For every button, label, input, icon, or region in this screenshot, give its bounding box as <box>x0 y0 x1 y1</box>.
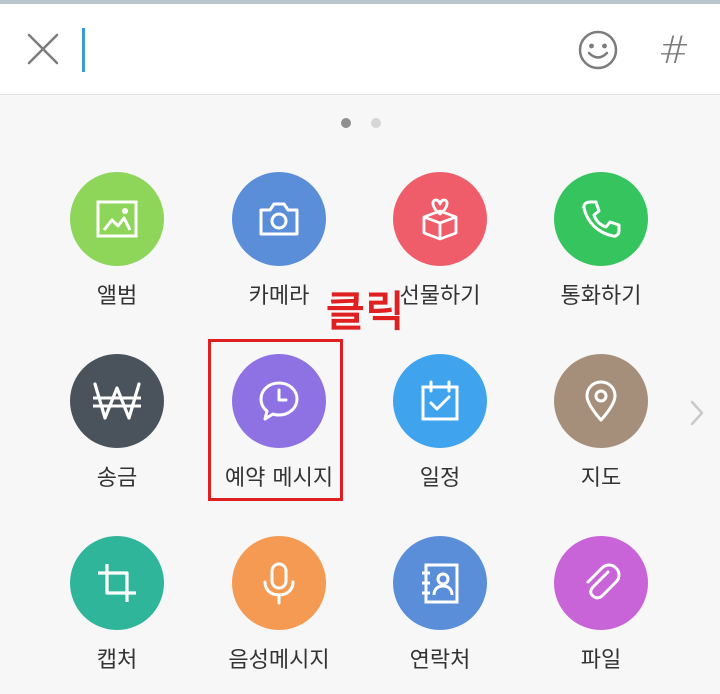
map-circle[interactable] <box>554 354 648 448</box>
won-icon <box>93 382 141 420</box>
chevron-right-icon <box>690 400 704 426</box>
page-dot-1[interactable] <box>341 118 351 128</box>
text-cursor[interactable] <box>82 28 85 72</box>
phone-circle[interactable] <box>554 172 648 266</box>
won-circle[interactable] <box>70 354 164 448</box>
grid-item-label: 지도 <box>580 466 622 491</box>
grid-item-schedule[interactable]: 일정 <box>360 354 520 504</box>
emoji-button[interactable] <box>576 28 620 72</box>
voice-circle[interactable] <box>232 536 326 630</box>
smiley-icon <box>578 30 618 70</box>
file-circle[interactable] <box>554 536 648 630</box>
map-pin-icon <box>585 380 617 422</box>
grid-item-label: 통화하기 <box>560 284 642 309</box>
highlight-box <box>208 339 343 501</box>
close-button[interactable] <box>24 30 62 68</box>
hashtag-button[interactable]: # <box>652 28 696 72</box>
grid-item-file[interactable]: 파일 <box>521 536 681 686</box>
grid-item-label: 송금 <box>96 466 138 491</box>
close-icon <box>27 33 59 65</box>
grid-item-capture[interactable]: 캡처 <box>37 536 197 686</box>
click-annotation: 클릭 <box>326 287 406 336</box>
album-icon <box>96 200 138 238</box>
grid-item-transfer[interactable]: 송금 <box>37 354 197 504</box>
grid-item-label: 음성메시지 <box>228 648 330 673</box>
crop-icon <box>98 564 136 602</box>
message-input-bar: # <box>0 4 720 95</box>
grid-item-voice-message[interactable]: 음성메시지 <box>199 536 359 686</box>
next-page-button[interactable] <box>684 398 710 428</box>
camera-circle[interactable] <box>232 172 326 266</box>
gift-icon <box>422 198 458 241</box>
grid-item-map[interactable]: 지도 <box>521 354 681 504</box>
grid-item-label: 캡처 <box>96 648 138 673</box>
page-indicator <box>0 118 720 130</box>
microphone-icon <box>263 562 295 605</box>
phone-icon <box>582 200 621 238</box>
grid-item-album[interactable]: 앨범 <box>37 172 197 322</box>
calendar-circle[interactable] <box>393 354 487 448</box>
paperclip-icon <box>586 563 621 600</box>
contacts-circle[interactable] <box>393 536 487 630</box>
album-circle[interactable] <box>70 172 164 266</box>
capture-circle[interactable] <box>70 536 164 630</box>
page-dot-2[interactable] <box>371 118 381 128</box>
grid-item-call[interactable]: 통화하기 <box>521 172 681 322</box>
grid-item-contacts[interactable]: 연락처 <box>360 536 520 686</box>
grid-item-label: 파일 <box>580 648 622 673</box>
calendar-icon <box>421 380 459 421</box>
grid-item-label: 연락처 <box>409 648 471 673</box>
grid-item-label: 일정 <box>419 466 461 491</box>
contact-icon <box>422 563 459 604</box>
gift-circle[interactable] <box>393 172 487 266</box>
camera-icon <box>259 202 299 236</box>
grid-item-label: 앨범 <box>96 284 138 309</box>
